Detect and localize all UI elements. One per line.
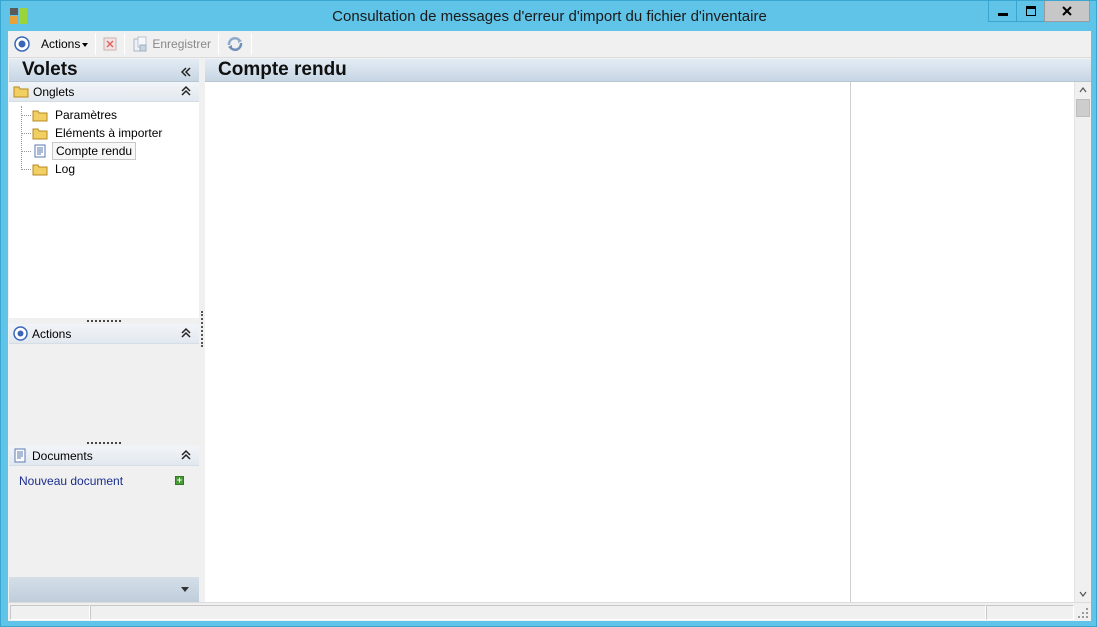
target-icon — [13, 326, 28, 341]
scroll-down-button[interactable] — [1075, 586, 1091, 602]
tree-item-log[interactable]: Log — [9, 160, 199, 178]
toolbar-separator — [124, 33, 126, 55]
toolbar-separator — [95, 33, 97, 55]
client-area: Actions Enregistrer Volets Onglets Param… — [8, 31, 1091, 621]
add-document-icon[interactable]: + — [175, 476, 184, 485]
volets-title: Volets — [22, 59, 78, 80]
documents-collapse-button[interactable] — [181, 449, 191, 464]
documents-section-header[interactable]: Documents — [9, 446, 199, 466]
save-label: Enregistrer — [152, 37, 212, 51]
toolbar-separator — [251, 33, 253, 55]
vertical-scrollbar[interactable] — [1074, 82, 1091, 602]
close-icon — [1062, 6, 1072, 16]
tree-item-parametres[interactable]: Paramètres — [9, 106, 199, 124]
folder-icon — [13, 86, 29, 98]
actions-menu-label: Actions — [41, 37, 81, 51]
delete-button[interactable] — [100, 33, 120, 55]
left-pane: Volets Onglets Paramètres Eléments à imp… — [9, 59, 199, 602]
refresh-button[interactable] — [223, 33, 247, 55]
page-title: Compte rendu — [218, 59, 347, 80]
tree-item-label: Eléments à importer — [55, 126, 163, 140]
actions-menu-button[interactable]: Actions — [33, 33, 91, 55]
tree-item-compte-rendu[interactable]: Compte rendu — [9, 142, 199, 160]
status-cell — [10, 605, 90, 620]
window-title: Consultation de messages d'erreur d'impo… — [332, 8, 767, 25]
chevron-down-icon — [181, 587, 189, 592]
double-chevron-up-icon — [181, 327, 191, 338]
double-chevron-left-icon — [180, 67, 191, 77]
toolbar-separator — [218, 33, 220, 55]
chevron-down-icon — [82, 43, 89, 47]
onglets-tree: Paramètres Eléments à importer Compte re… — [9, 102, 199, 318]
new-document-link[interactable]: Nouveau document — [19, 474, 123, 488]
main-panel: Compte rendu — [205, 59, 1091, 602]
folder-icon — [32, 164, 48, 175]
report-content[interactable] — [205, 82, 1091, 602]
refresh-icon — [227, 37, 243, 51]
documents-body: Nouveau document + — [9, 466, 199, 568]
save-document-icon — [133, 36, 147, 52]
collapse-pane-button[interactable] — [180, 64, 191, 80]
delete-icon — [103, 37, 117, 51]
save-button[interactable]: Enregistrer — [129, 33, 214, 55]
tree-item-label: Compte rendu — [52, 142, 137, 160]
chevron-up-icon — [1079, 87, 1087, 93]
toolbar: Actions Enregistrer — [8, 31, 1091, 58]
scrollbar-thumb[interactable] — [1076, 99, 1090, 117]
main-header: Compte rendu — [205, 59, 1091, 82]
tree-item-label: Log — [55, 162, 76, 176]
actions-menu-icon-button[interactable] — [11, 33, 33, 55]
title-bar: Consultation de messages d'erreur d'impo… — [1, 1, 1096, 31]
status-cell — [90, 605, 986, 620]
onglets-collapse-button[interactable] — [181, 85, 191, 100]
documents-label: Documents — [32, 448, 93, 463]
folder-icon — [32, 128, 48, 139]
column-divider — [850, 82, 851, 602]
onglets-label: Onglets — [33, 84, 75, 99]
scroll-up-button[interactable] — [1075, 82, 1091, 98]
actions-section-header[interactable]: Actions — [9, 324, 199, 344]
document-icon — [14, 448, 26, 463]
folder-icon — [32, 110, 48, 121]
onglets-section-header[interactable]: Onglets — [9, 82, 199, 102]
application-window: Consultation de messages d'erreur d'impo… — [0, 0, 1097, 627]
tree-item-label: Paramètres — [55, 108, 118, 122]
document-icon — [34, 144, 46, 158]
status-cell — [986, 605, 1074, 620]
close-button[interactable] — [1044, 1, 1090, 22]
window-controls — [988, 1, 1090, 22]
actions-body — [9, 344, 199, 440]
pane-splitter[interactable] — [201, 311, 203, 347]
minimize-button[interactable] — [988, 1, 1016, 22]
volets-header: Volets — [9, 59, 199, 82]
tree-item-elements-a-importer[interactable]: Eléments à importer — [9, 124, 199, 142]
actions-label: Actions — [32, 326, 72, 341]
minimize-icon — [997, 13, 1008, 16]
actions-collapse-button[interactable] — [181, 327, 191, 342]
maximize-icon — [1025, 6, 1036, 16]
pane-overflow-bar[interactable] — [9, 577, 199, 602]
double-chevron-up-icon — [181, 85, 191, 96]
resize-grip-icon[interactable] — [1077, 607, 1089, 619]
chevron-down-icon — [1079, 591, 1087, 597]
double-chevron-up-icon — [181, 449, 191, 460]
status-bar — [8, 602, 1091, 621]
maximize-button[interactable] — [1016, 1, 1044, 22]
target-icon — [14, 36, 30, 52]
